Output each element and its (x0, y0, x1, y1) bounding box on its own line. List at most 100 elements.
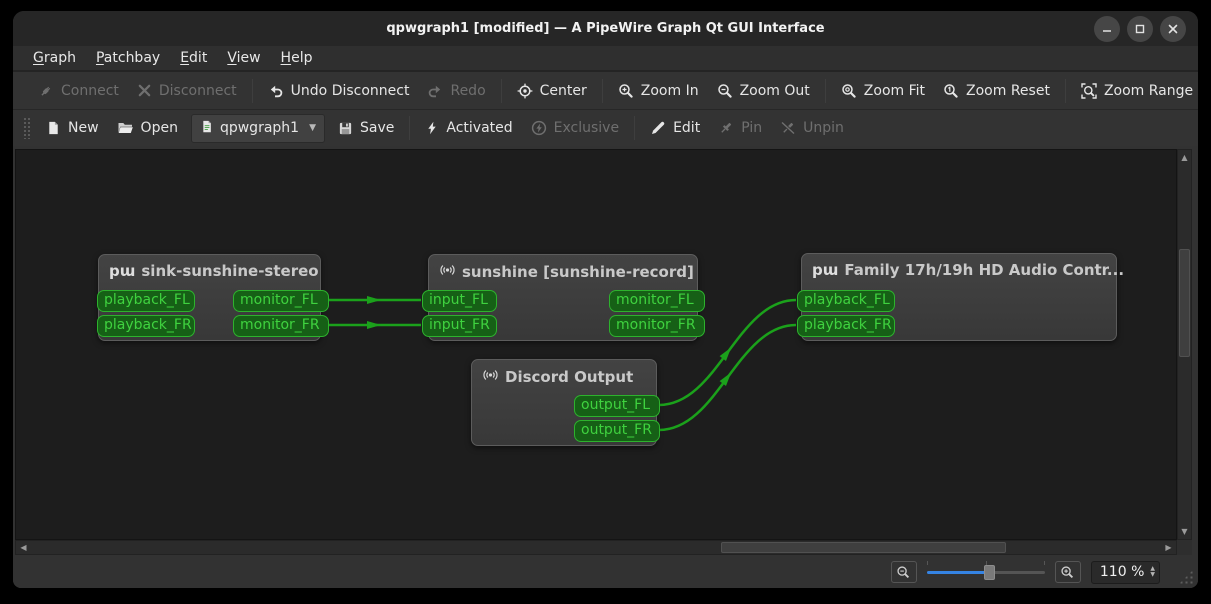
unpin-icon (780, 120, 796, 136)
node-sink-sunshine-stereo[interactable]: pɯ sink-sunshine-stereo playback_FL play… (97, 254, 329, 341)
port-input-fr[interactable]: input_FR (422, 315, 497, 337)
minimize-button[interactable] (1094, 16, 1120, 42)
port-monitor-fl[interactable]: monitor_FL (233, 290, 329, 312)
exclusive-button[interactable]: Exclusive (522, 115, 628, 141)
menu-view[interactable]: View (217, 46, 270, 70)
open-button[interactable]: Open (108, 115, 187, 141)
horizontal-scrollbar-thumb[interactable] (721, 542, 1006, 553)
chevron-down-icon: ▼ (309, 123, 316, 133)
connect-label: Connect (61, 82, 119, 99)
zoom-percent-value: 110 % (1099, 564, 1145, 580)
titlebar[interactable]: qpwgraph1 [modified] — A PipeWire Graph … (13, 11, 1198, 46)
pin-button[interactable]: Pin (709, 115, 771, 141)
edit-label: Edit (673, 120, 701, 136)
slider-tick (926, 561, 928, 565)
window-resize-grip[interactable] (1179, 570, 1193, 584)
scroll-up-icon[interactable]: ▲ (1178, 151, 1191, 164)
zoom-slider-handle[interactable] (983, 565, 995, 580)
close-button[interactable] (1160, 16, 1186, 42)
port-playback-fr[interactable]: playback_FR (97, 315, 195, 337)
disconnect-label: Disconnect (158, 82, 237, 99)
zoom-slider[interactable] (926, 561, 1045, 581)
connections-layer (328, 296, 797, 432)
port-monitor-fr[interactable]: monitor_FR (609, 315, 705, 337)
zoom-out-button[interactable]: Zoom Out (708, 78, 819, 104)
zoom-percent-spinbox[interactable]: 110 % ▲ ▼ (1090, 560, 1160, 584)
save-label: Save (360, 120, 395, 136)
save-button[interactable]: Save (329, 115, 403, 141)
edit-pencil-icon (650, 120, 666, 136)
undo-button[interactable]: Undo Disconnect (259, 78, 419, 104)
scroll-down-icon[interactable]: ▼ (1178, 525, 1191, 538)
patchbay-toolbar: New Open qpwgraph1 ▼ Save Activated Excl… (13, 110, 1198, 146)
node-title: Discord Output (505, 368, 634, 386)
port-monitor-fr[interactable]: monitor_FR (233, 315, 329, 337)
port-playback-fl[interactable]: playback_FL (97, 290, 195, 312)
port-playback-fr[interactable]: playback_FR (797, 315, 895, 337)
patchbay-selector[interactable]: qpwgraph1 ▼ (190, 113, 325, 143)
redo-button[interactable]: Redo (418, 78, 494, 104)
scroll-left-icon[interactable]: ◀ (17, 541, 30, 554)
menu-edit[interactable]: Edit (170, 46, 217, 70)
node-title: Family 17h/19h HD Audio Contr... (844, 261, 1125, 279)
zoom-fit-icon (841, 83, 857, 99)
new-button[interactable]: New (37, 115, 108, 141)
zoom-range-icon (1081, 82, 1097, 99)
toolbar-separator (601, 78, 603, 103)
menu-help[interactable]: Help (271, 46, 323, 70)
zoom-in-button[interactable]: Zoom In (609, 78, 708, 104)
statusbar: 110 % ▲ ▼ (13, 556, 1198, 588)
port-playback-fl[interactable]: playback_FL (797, 290, 895, 312)
node-discord-output[interactable]: Discord Output output_FL output_FR (471, 359, 660, 446)
undo-label: Undo Disconnect (290, 82, 410, 99)
port-monitor-fl[interactable]: monitor_FL (609, 290, 705, 312)
node-family-hd-audio[interactable]: pɯ Family 17h/19h HD Audio Contr... play… (797, 253, 1124, 341)
spinbox-steppers[interactable]: ▲ ▼ (1150, 566, 1155, 578)
zoom-fit-label: Zoom Fit (863, 82, 926, 99)
graph-canvas[interactable]: pɯ sink-sunshine-stereo playback_FL play… (15, 149, 1177, 540)
port-input-fl[interactable]: input_FL (422, 290, 497, 312)
node-sunshine-record[interactable]: sunshine [sunshine-record] input_FL inpu… (422, 254, 705, 341)
unpin-button[interactable]: Unpin (771, 115, 853, 141)
horizontal-scrollbar[interactable]: ◀ ▶ (15, 540, 1177, 555)
node-title-row: pɯ Family 17h/19h HD Audio Contr... (802, 254, 1124, 279)
center-button[interactable]: Center (508, 78, 596, 104)
scroll-right-icon[interactable]: ▶ (1162, 541, 1175, 554)
toolbar-separator (251, 78, 253, 103)
statusbar-zoom-in-button[interactable] (1054, 561, 1081, 583)
zoom-out-label: Zoom Out (739, 82, 810, 99)
zoom-fit-button[interactable]: Zoom Fit (832, 78, 934, 104)
menu-patchbay[interactable]: Patchbay (86, 46, 170, 70)
maximize-button[interactable] (1127, 16, 1153, 42)
activated-button[interactable]: Activated (416, 115, 521, 141)
connect-button[interactable]: Connect (29, 78, 128, 104)
open-label: Open (140, 120, 178, 136)
redo-label: Redo (450, 82, 486, 99)
zoom-out-icon (897, 565, 910, 578)
vertical-scrollbar-thumb[interactable] (1179, 249, 1190, 357)
zoom-slider-track-filled (926, 571, 989, 574)
zoom-in-icon (1061, 565, 1074, 578)
scrollbar-corner (1177, 540, 1192, 555)
unpin-label: Unpin (803, 120, 844, 136)
zoom-range-button[interactable]: Zoom Range (1072, 78, 1198, 104)
close-icon (1168, 24, 1178, 34)
port-output-fl[interactable]: output_FL (574, 395, 660, 417)
disconnect-button[interactable]: Disconnect (128, 78, 246, 104)
edit-button[interactable]: Edit (641, 115, 709, 141)
zoom-reset-button[interactable]: Zoom Reset (934, 78, 1059, 104)
port-output-fr[interactable]: output_FR (574, 420, 660, 442)
toolbar-separator (500, 78, 502, 103)
activated-label: Activated (446, 120, 513, 136)
open-folder-icon (117, 120, 134, 136)
patchbay-selector-value: qpwgraph1 (219, 120, 300, 136)
connect-icon (38, 83, 54, 99)
node-title: sunshine [sunshine-record] (462, 263, 694, 281)
menu-graph[interactable]: Graph (23, 46, 86, 70)
graph-toolbar: Connect Disconnect Undo Disconnect Redo (13, 72, 1198, 110)
statusbar-zoom-out-button[interactable] (890, 561, 917, 583)
vertical-scrollbar[interactable]: ▲ ▼ (1177, 149, 1192, 540)
toolbar-drag-handle[interactable] (23, 117, 31, 139)
zoom-in-label: Zoom In (640, 82, 699, 99)
spin-down-icon[interactable]: ▼ (1150, 572, 1155, 578)
